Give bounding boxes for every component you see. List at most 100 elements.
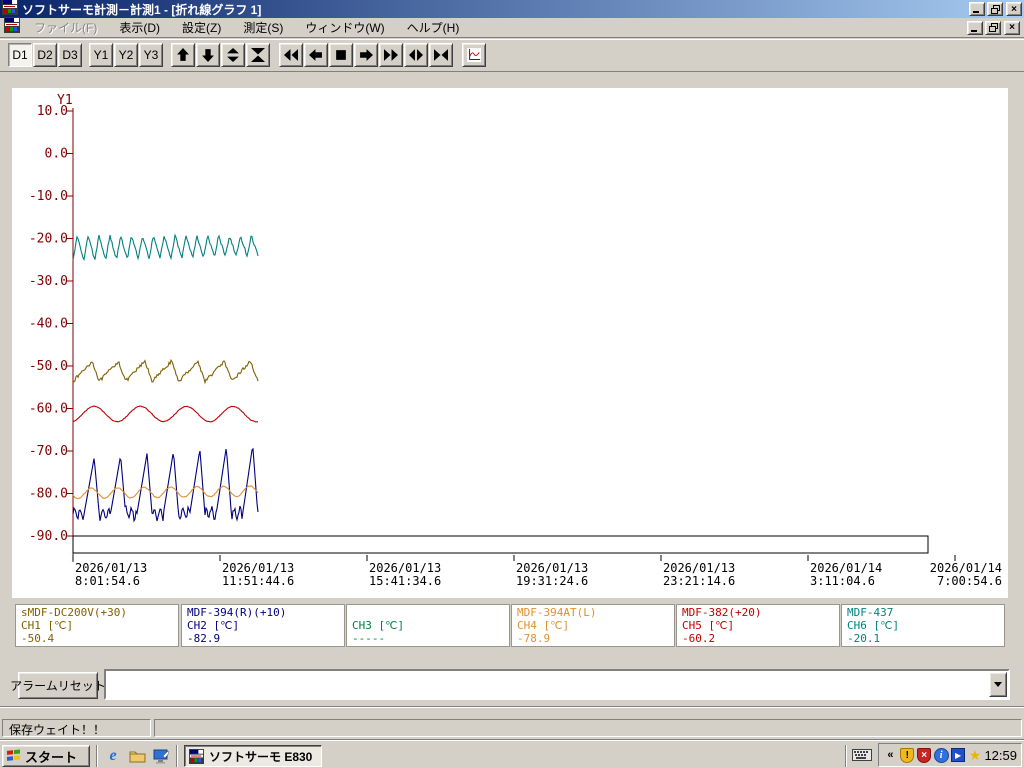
channel-name [352, 606, 509, 619]
chevron-left-icon[interactable]: « [883, 747, 898, 763]
stop-icon [336, 50, 346, 60]
toolbar-button-y2[interactable]: Y2 [114, 43, 138, 67]
window-title: ソフトサーモ計測－計測1 - [折れ線グラフ 1] [22, 2, 262, 17]
taskbar-separator [845, 745, 847, 767]
channel-label: CH1 [℃] [21, 619, 74, 632]
alarm-combobox[interactable] [104, 669, 1010, 700]
status-message: 保存ウェイト！！ [9, 723, 106, 737]
toolbar-button-collapse-horizontal[interactable] [429, 43, 453, 67]
move-up-icon [177, 48, 189, 61]
series-ch6 [72, 233, 259, 262]
restore-button[interactable] [987, 2, 1003, 16]
legend-cell-ch4: MDF-394AT(L) CH4 [℃] -78.9 [511, 604, 675, 647]
task-app-icon [189, 748, 204, 764]
toolbar-button-step-back[interactable] [304, 43, 328, 67]
svg-text:2026/01/14: 2026/01/14 [810, 561, 882, 575]
toolbar-button-y3[interactable]: Y3 [139, 43, 163, 67]
svg-text:2026/01/13: 2026/01/13 [75, 561, 147, 575]
divider [0, 706, 1024, 708]
mdi-minimize-button[interactable] [967, 20, 983, 35]
menu-item-3[interactable]: 測定(S) [235, 17, 291, 38]
channel-name: MDF-394(R)(+10) [187, 606, 287, 619]
internet-explorer-icon[interactable]: e [104, 747, 122, 765]
toolbar-button-d1[interactable]: D1 [8, 43, 32, 67]
toolbar-button-move-up[interactable] [171, 43, 195, 67]
toolbar-button-rewind[interactable] [279, 43, 303, 67]
toolbar: D1 D2 D3 Y1 Y2 Y3 [0, 39, 1024, 72]
svg-text:10.0: 10.0 [37, 104, 68, 119]
channel-value: -20.1 [847, 632, 881, 645]
taskbar-clock: 12:59 [984, 747, 1017, 763]
channel-label: CH5 [℃] [682, 619, 735, 632]
svg-text:-90.0: -90.0 [29, 529, 68, 544]
toolbar-button-d3[interactable]: D3 [58, 43, 82, 67]
step-back-icon [309, 49, 322, 61]
taskbar: スタート e ソフトサーモ E830 « ! × i ▶ ★ 12:59 [0, 740, 1024, 768]
line-chart: Y110.00.0-10.0-20.0-30.0-40.0-50.0-60.0-… [29, 93, 1002, 588]
taskbar-separator [176, 745, 178, 767]
task-button-softthermo[interactable]: ソフトサーモ E830 [184, 745, 322, 767]
svg-text:2026/01/13: 2026/01/13 [369, 561, 441, 575]
move-down-icon [202, 49, 214, 62]
toolbar-button-expand-horizontal[interactable] [404, 43, 428, 67]
svg-text:23:21:14.6: 23:21:14.6 [663, 574, 735, 588]
keyboard-language-icon[interactable] [852, 747, 872, 767]
svg-text:2026/01/13: 2026/01/13 [222, 561, 294, 575]
mdi-close-button[interactable]: × [1004, 20, 1020, 35]
combobox-dropdown-button[interactable] [989, 672, 1007, 697]
menu-item-2[interactable]: 設定(Z) [174, 17, 229, 38]
menu-item-1[interactable]: 表示(D) [111, 17, 168, 38]
title-bar: ソフトサーモ計測－計測1 - [折れ線グラフ 1] × [0, 0, 1024, 18]
svg-text:0.0: 0.0 [45, 147, 68, 162]
channel-value: -82.9 [187, 632, 221, 645]
chart-area: Y1 10.0 0.0 -10.0 -20.0 -30.0 -40.0 -50.0 -60.0-… [12, 88, 1008, 598]
shield-warning-icon[interactable]: ! [900, 747, 915, 763]
alarm-combobox-value[interactable] [106, 671, 988, 698]
shield-error-icon[interactable]: × [917, 747, 932, 763]
play-button-icon[interactable]: ▶ [951, 747, 966, 763]
svg-text:-60.0: -60.0 [29, 402, 68, 417]
svg-text:-20.0: -20.0 [29, 232, 68, 247]
menu-item-4[interactable]: ウィンドウ(W) [297, 17, 392, 38]
channel-value: -50.4 [21, 632, 55, 645]
mdi-restore-button[interactable] [985, 20, 1001, 35]
svg-text:2026/01/13: 2026/01/13 [663, 561, 735, 575]
toolbar-button-collapse-vertical[interactable] [246, 43, 270, 67]
svg-text:-10.0: -10.0 [29, 189, 68, 204]
collapse-horizontal-icon [434, 49, 448, 61]
legend-cell-ch3: CH3 [℃] ----- [346, 604, 510, 647]
start-button[interactable]: スタート [2, 745, 90, 767]
folder-icon[interactable] [128, 747, 146, 765]
alarm-reset-button[interactable]: アラームリセット [10, 672, 106, 699]
toolbar-button-expand-vertical[interactable] [221, 43, 245, 67]
menu-item-5[interactable]: ヘルプ(H) [399, 17, 468, 38]
toolbar-button-line-graph[interactable] [462, 43, 486, 67]
status-panel-secondary [154, 719, 1022, 737]
collapse-vertical-icon [251, 48, 265, 62]
star-icon[interactable]: ★ [968, 747, 983, 763]
toolbar-button-fast-forward[interactable] [379, 43, 403, 67]
channel-name: MDF-394AT(L) [517, 606, 597, 619]
chevron-down-icon [994, 682, 1002, 687]
windows-logo-icon [6, 749, 22, 763]
step-forward-icon [360, 49, 373, 61]
svg-text:3:11:04.6: 3:11:04.6 [810, 574, 875, 588]
minimize-button[interactable] [969, 2, 985, 16]
toolbar-button-y1[interactable]: Y1 [89, 43, 113, 67]
channel-name: MDF-382(+20) [682, 606, 762, 619]
info-balloon-icon[interactable]: i [933, 747, 949, 763]
legend-cell-ch6: MDF-437 CH6 [℃] -20.1 [841, 604, 1005, 647]
close-button[interactable]: × [1006, 2, 1022, 16]
svg-text:8:01:54.6: 8:01:54.6 [75, 574, 140, 588]
channel-label: CH2 [℃] [187, 619, 240, 632]
start-button-label: スタート [25, 749, 78, 765]
mdi-child-icon[interactable] [4, 17, 20, 38]
toolbar-button-step-forward[interactable] [354, 43, 378, 67]
expand-horizontal-icon [409, 49, 423, 61]
toolbar-button-move-down[interactable] [196, 43, 220, 67]
toolbar-button-stop[interactable] [329, 43, 353, 67]
line-graph-icon [467, 48, 481, 62]
toolbar-button-d2[interactable]: D2 [33, 43, 57, 67]
show-desktop-icon[interactable] [152, 747, 170, 765]
svg-text:15:41:34.6: 15:41:34.6 [369, 574, 441, 588]
